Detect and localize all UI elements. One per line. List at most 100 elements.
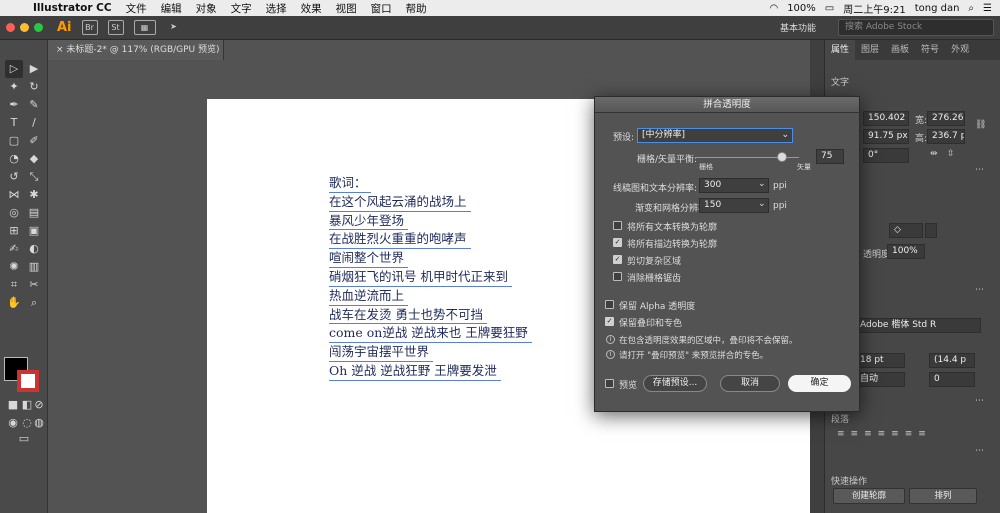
paragraph-more-icon[interactable]: ⋯ [975, 446, 984, 456]
arrange-button[interactable]: 排列 [909, 488, 977, 504]
curvature-tool-icon[interactable]: ✎ [25, 96, 43, 114]
slice-tool-icon[interactable]: ✂ [25, 276, 43, 294]
x-field[interactable]: 150.402 [863, 111, 909, 126]
graph-tool-icon[interactable]: ▥ [25, 258, 43, 276]
width-field[interactable]: 276.263 [927, 111, 965, 126]
screen-mode-icon[interactable]: ▭ [15, 430, 33, 448]
convert-text-outlines-checkbox[interactable] [613, 221, 622, 230]
scale-tool-icon[interactable]: ⤡ [25, 168, 43, 186]
convert-strokes-outlines-checkbox[interactable]: ✓ [613, 238, 622, 247]
perspective-grid-icon[interactable]: ▤ [25, 204, 43, 222]
chevron-down-icon[interactable]: ⌄ [758, 199, 766, 209]
leading-field[interactable]: (14.4 p [929, 353, 975, 368]
stroke-swatch[interactable] [17, 370, 39, 392]
tab-appearance[interactable]: 外观 [945, 40, 975, 60]
lyrics-text-block[interactable]: 歌词： 在这个风起云涌的战场上 暴风少年登场 在战胜烈火重重的咆哮声 喧闹整个世… [329, 174, 569, 381]
y-field[interactable]: 91.75 px [863, 129, 909, 144]
minimize-window-button[interactable] [20, 23, 29, 32]
balance-value-field[interactable]: 75 [816, 149, 844, 164]
shaper-tool-icon[interactable]: ◔ [5, 150, 23, 168]
anti-alias-rasters-checkbox[interactable] [613, 272, 622, 281]
stock-button[interactable]: St [107, 20, 124, 35]
flip-horizontal-icon[interactable]: ⇹ [930, 149, 938, 159]
height-field[interactable]: 236.7 px [927, 129, 965, 144]
pen-tool-icon[interactable]: ✒ [5, 96, 23, 114]
create-outlines-button[interactable]: 创建轮廓 [833, 488, 905, 504]
more-options-icon[interactable]: ⋯ [975, 165, 984, 175]
font-family-select[interactable]: Adobe 楷体 Std R [855, 318, 981, 333]
chevron-down-icon[interactable]: ⌄ [758, 179, 766, 189]
menu-app-name[interactable]: Illustrator CC [26, 2, 119, 14]
tab-properties[interactable]: 属性 [825, 40, 856, 60]
document-tab[interactable]: × 未标题-2* @ 117% (RGB/GPU 预览) [48, 40, 224, 60]
send-icon[interactable]: ➤ [166, 20, 182, 35]
paintbrush-icon[interactable]: ✐ [25, 132, 43, 150]
symbol-sprayer-icon[interactable]: ✺ [5, 258, 23, 276]
ok-button[interactable]: 确定 [788, 375, 851, 392]
opacity-field[interactable]: 100% [887, 244, 925, 259]
zoom-window-button[interactable] [34, 23, 43, 32]
hand-tool-icon[interactable]: ✋ [5, 294, 23, 312]
eraser-icon[interactable]: ◆ [25, 150, 43, 168]
shape-builder-icon[interactable]: ◎ [5, 204, 23, 222]
search-icon[interactable]: ⌕ [968, 3, 974, 14]
font-size-field[interactable]: 18 pt [855, 353, 905, 368]
menu-type[interactable]: 文字 [224, 1, 259, 16]
menu-select[interactable]: 选择 [259, 1, 294, 16]
cancel-button[interactable]: 取消 [720, 375, 780, 392]
rotate-tool-icon[interactable]: ↺ [5, 168, 23, 186]
battery-icon[interactable]: ▭ [825, 3, 834, 14]
tab-symbols[interactable]: 符号 [915, 40, 945, 60]
none-mode-icon[interactable]: ⊘ [30, 396, 48, 414]
eyedropper-icon[interactable]: ✍ [5, 240, 23, 258]
workspace-switcher[interactable]: 基本功能 [780, 21, 816, 34]
rotate-field[interactable]: 0° [863, 148, 909, 163]
flip-vertical-icon[interactable]: ⇳ [947, 149, 955, 159]
blend-tool-icon[interactable]: ◐ [25, 240, 43, 258]
wifi-icon[interactable]: ◠ [769, 3, 778, 14]
menu-view[interactable]: 视图 [329, 1, 364, 16]
stroke-weight-dropdown[interactable] [925, 223, 937, 238]
user-name[interactable]: tong dan [915, 3, 960, 14]
direct-selection-tool-icon[interactable]: ▶ [25, 60, 43, 78]
menu-file[interactable]: 文件 [119, 1, 154, 16]
puppet-warp-icon[interactable]: ✱ [25, 186, 43, 204]
appearance-more-icon[interactable]: ⋯ [975, 285, 984, 295]
character-more-icon[interactable]: ⋯ [975, 396, 984, 406]
stock-search-input[interactable]: 搜索 Adobe Stock [838, 19, 994, 36]
preserve-overprint-checkbox[interactable]: ✓ [605, 317, 614, 326]
menu-help[interactable]: 帮助 [399, 1, 434, 16]
paragraph-align-icons[interactable]: ≡≡≡≡≡≡≡ [837, 429, 932, 439]
clip-complex-regions-checkbox[interactable]: ✓ [613, 255, 622, 264]
magic-wand-icon[interactable]: ✦ [5, 78, 23, 96]
artboard-tool-icon[interactable]: ⌗ [5, 276, 23, 294]
close-window-button[interactable] [6, 23, 15, 32]
constrain-link-icon[interactable]: ⛓ [975, 120, 986, 130]
stroke-weight-field[interactable]: ◇ [889, 223, 923, 238]
close-tab-icon[interactable]: × [56, 45, 64, 55]
bridge-button[interactable]: Br [81, 20, 98, 35]
tab-layers[interactable]: 图层 [855, 40, 885, 60]
preview-checkbox[interactable] [605, 379, 614, 388]
arrange-documents-icon[interactable]: ▦ [133, 20, 156, 35]
balance-slider-knob[interactable] [777, 152, 787, 162]
tab-artboards[interactable]: 画板 [885, 40, 915, 60]
tracking-field[interactable]: 0 [929, 372, 975, 387]
preset-select[interactable]: [中分辨率] ⌄ [637, 128, 793, 143]
width-tool-icon[interactable]: ⋈ [5, 186, 23, 204]
preserve-alpha-checkbox[interactable] [605, 300, 614, 309]
mesh-tool-icon[interactable]: ⊞ [5, 222, 23, 240]
clock[interactable]: 周二上午9:21 [843, 1, 905, 16]
rectangle-tool-icon[interactable]: ▢ [5, 132, 23, 150]
save-preset-button[interactable]: 存储预设... [643, 375, 707, 392]
menu-object[interactable]: 对象 [189, 1, 224, 16]
zoom-tool-icon[interactable]: ⌕ [25, 294, 43, 312]
line-tool-icon[interactable]: / [25, 114, 43, 132]
kerning-field[interactable]: 自动 [855, 372, 905, 387]
selection-tool-icon[interactable]: ▷ [5, 60, 23, 78]
menu-edit[interactable]: 编辑 [154, 1, 189, 16]
menu-list-icon[interactable]: ☰ [983, 3, 992, 14]
menu-effect[interactable]: 效果 [294, 1, 329, 16]
gradient-tool-icon[interactable]: ▣ [25, 222, 43, 240]
menu-window[interactable]: 窗口 [364, 1, 399, 16]
